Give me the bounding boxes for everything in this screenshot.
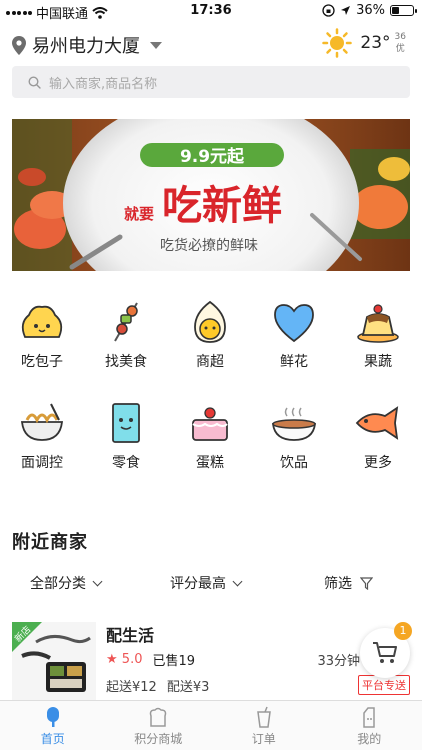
category-label: 找美食 [105,354,147,370]
tab-label: 我的 [357,732,382,746]
shop-thumbnail: 新店 [12,622,96,700]
fish-icon [355,406,399,440]
heart-icon [274,304,314,343]
cart-button[interactable]: 1 [360,622,412,678]
bottom-tab-bar: 首页 积分商城 订单 我的 [0,700,422,750]
category-cake[interactable]: 蛋糕 [168,400,252,472]
shop-fees: 起送¥12 配送¥3 [106,676,209,695]
category-label: 饮品 [280,455,308,471]
banner-headline: 吃新鲜 [162,183,282,229]
chevron-down-icon [92,576,103,586]
category-label: 吃包子 [21,354,63,370]
shop-rating-value: 5.0 [121,652,143,667]
category-label: 更多 [364,455,392,471]
filter-category-label: 全部分类 [30,576,86,592]
aqi-label: 优 [395,44,405,54]
rotation-lock-icon [322,4,335,17]
caret-down-icon [150,41,162,49]
sun-icon [322,28,353,58]
shopping-cart-icon [373,642,397,663]
category-more[interactable]: 更多 [336,400,420,472]
filter-sort-dropdown[interactable]: 评分最高 [170,573,243,593]
category-label: 果蔬 [364,354,392,370]
funnel-icon [360,576,373,590]
tab-label: 积分商城 [134,732,183,746]
weather-widget[interactable]: 23° 36 优 [322,28,406,58]
category-food[interactable]: 找美食 [84,299,168,371]
filter-sort-label: 评分最高 [170,576,226,592]
tab-label: 订单 [251,732,276,746]
category-noodles[interactable]: 面调控 [0,400,84,472]
cake-icon [192,407,228,441]
tab-profile[interactable]: 我的 [317,701,422,750]
shop-delivery-time: 33分钟 [317,654,360,669]
location-pin-icon [12,35,26,55]
filter-category-dropdown[interactable]: 全部分类 [30,573,103,593]
category-bun[interactable]: 吃包子 [0,299,84,371]
category-label: 蛋糕 [196,455,224,471]
shop-card[interactable]: 新店 配生活 ★ 5.0 已售19 33分钟 起送¥12 配送¥3 平台专送 [0,618,422,702]
tab-home[interactable]: 首页 [0,701,106,750]
banner-badge: 9.9元起 [180,146,245,167]
tab-points-mall[interactable]: 积分商城 [106,701,212,750]
category-drinks[interactable]: 饮品 [252,400,336,472]
egg-icon [194,300,226,343]
milk-carton-icon [363,707,375,728]
shop-min-order: 起送¥12 [106,680,157,695]
filter-button[interactable]: 筛选 [324,573,373,593]
banner-image: 9.9元起 就要 吃新鲜 吃货必撩的鲜味 [12,119,410,271]
filter-label: 筛选 [324,576,352,592]
cup-icon [256,706,271,728]
pudding-icon [357,304,399,343]
aqi-value: 36 [394,32,406,42]
location-name: 易州电力大厦 [32,36,140,57]
banner-prefix: 就要 [124,205,154,223]
bun-icon [21,305,63,338]
cart-count-badge: 1 [394,622,412,640]
location-selector[interactable]: 易州电力大厦 [12,32,162,58]
category-supermarket[interactable]: 商超 [168,299,252,371]
weather-temperature: 23° [360,33,391,53]
chevron-down-icon [232,576,243,586]
search-placeholder: 输入商家,商品名称 [49,76,158,92]
status-bar: 中国联通 17:36 36% [0,0,422,22]
skewer-icon [114,302,138,342]
category-snacks[interactable]: 零食 [84,400,168,472]
bread-icon [150,707,167,727]
battery-icon [390,5,417,16]
header: 易州电力大厦 23° 36 优 [0,24,422,64]
battery-percent: 36% [356,3,385,18]
salmon-decoration [350,149,410,239]
popsicle-icon [46,707,59,727]
promo-banner[interactable]: 9.9元起 就要 吃新鲜 吃货必撩的鲜味 [12,119,410,271]
category-flowers[interactable]: 鲜花 [252,299,336,371]
shop-name: 配生活 [106,626,155,645]
shop-rating: ★ 5.0 [106,652,142,667]
shop-delivery-fee: 配送¥3 [166,680,210,695]
platform-delivery-tag: 平台专送 [358,675,410,695]
category-label: 零食 [112,455,140,471]
category-produce[interactable]: 果蔬 [336,299,420,371]
section-title-nearby: 附近商家 [12,532,88,553]
category-label: 商超 [196,354,224,370]
star-icon: ★ [106,652,118,667]
shop-sold: 已售19 [152,654,196,669]
category-label: 面调控 [21,455,63,471]
banner-tagline: 吃货必撩的鲜味 [160,237,258,254]
search-bar[interactable]: 输入商家,商品名称 [12,66,410,98]
air-quality: 36 优 [395,31,406,55]
location-arrow-icon [341,6,351,15]
shop-stats: ★ 5.0 已售19 [106,650,195,669]
category-label: 鲜花 [280,354,308,370]
noodles-icon [20,403,64,441]
tab-orders[interactable]: 订单 [211,701,317,750]
snack-bag-icon [112,403,140,443]
tab-label: 首页 [40,732,65,746]
search-icon [28,75,41,89]
soup-bowl-icon [271,407,317,441]
